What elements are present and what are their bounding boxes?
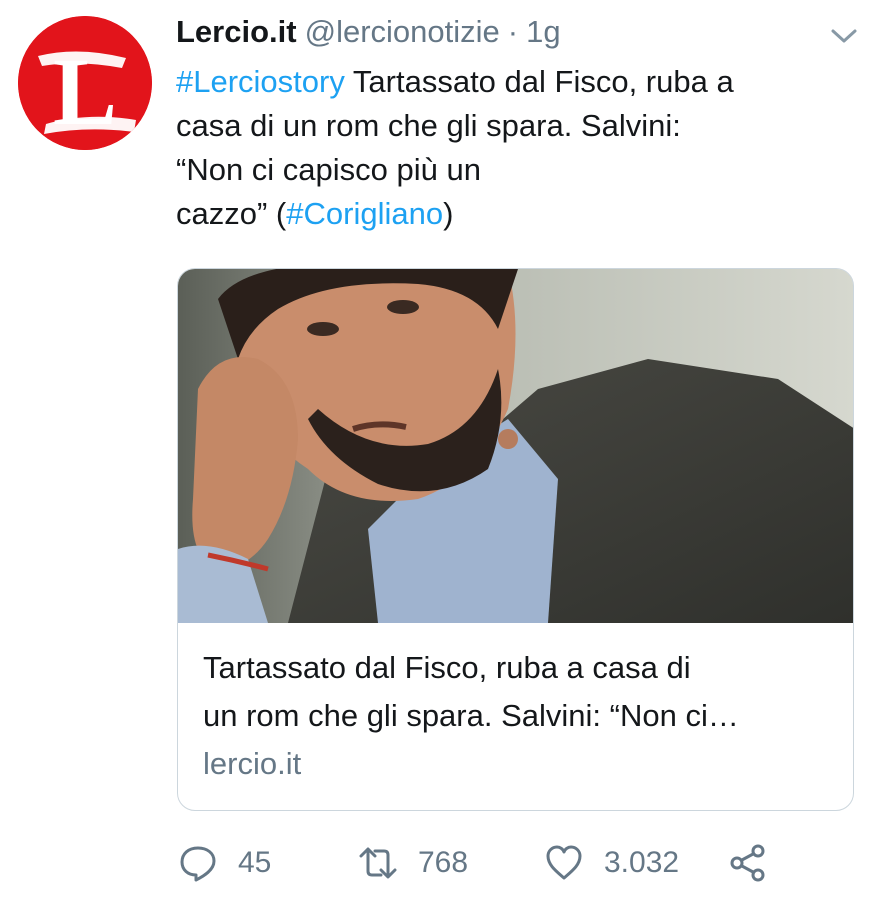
tweet-timestamp[interactable]: 1g [526, 14, 560, 50]
avatar[interactable]: L [18, 16, 152, 150]
chevron-down-icon[interactable] [830, 26, 858, 46]
reply-icon [180, 846, 216, 882]
like-count: 3.032 [604, 846, 680, 879]
hashtag-link[interactable]: #Lerciostory [176, 64, 345, 99]
display-name[interactable]: Lercio.it [176, 14, 297, 50]
lercio-logo-icon: L [18, 16, 152, 150]
tweet-text-line-2: casa di un rom che gli spara. Salvini: [176, 108, 681, 143]
tweet-text-line-1: #Lerciostory Tartassato dal Fisco, ruba … [176, 64, 734, 99]
reply-count: 45 [238, 846, 272, 879]
tweet-header: Lercio.it @lercionotizie · 1g [176, 14, 561, 54]
user-handle[interactable]: @lercionotizie [305, 14, 500, 50]
card-domain: lercio.it [203, 746, 302, 781]
like-button[interactable]: 3.032 [544, 838, 679, 888]
card-image [178, 269, 853, 623]
svg-text:L: L [53, 38, 117, 145]
share-icon [730, 844, 765, 882]
tweet-text: #Lerciostory Tartassato dal Fisco, ruba … [176, 60, 856, 236]
separator-dot: · [507, 14, 519, 49]
retweet-icon [359, 847, 397, 879]
retweet-button[interactable]: 768 [358, 838, 468, 888]
share-button[interactable] [728, 838, 768, 888]
reply-button[interactable]: 45 [178, 838, 271, 888]
card-title: Tartassato dal Fisco, ruba a casa di un … [203, 650, 739, 733]
retweet-count: 768 [418, 846, 469, 879]
tweet-text-line-3: “Non ci capisco più un [176, 152, 481, 187]
card-body: Tartassato dal Fisco, ruba a casa di un … [203, 644, 843, 788]
portrait-photo [178, 269, 853, 623]
hashtag-link[interactable]: #Corigliano [286, 196, 443, 231]
tweet-text-line-4: cazzo” (#Corigliano) [176, 196, 454, 231]
tweet-actions: 45 768 3.032 [178, 838, 818, 888]
link-preview-card[interactable]: Tartassato dal Fisco, ruba a casa di un … [177, 268, 854, 811]
heart-icon [546, 845, 582, 880]
